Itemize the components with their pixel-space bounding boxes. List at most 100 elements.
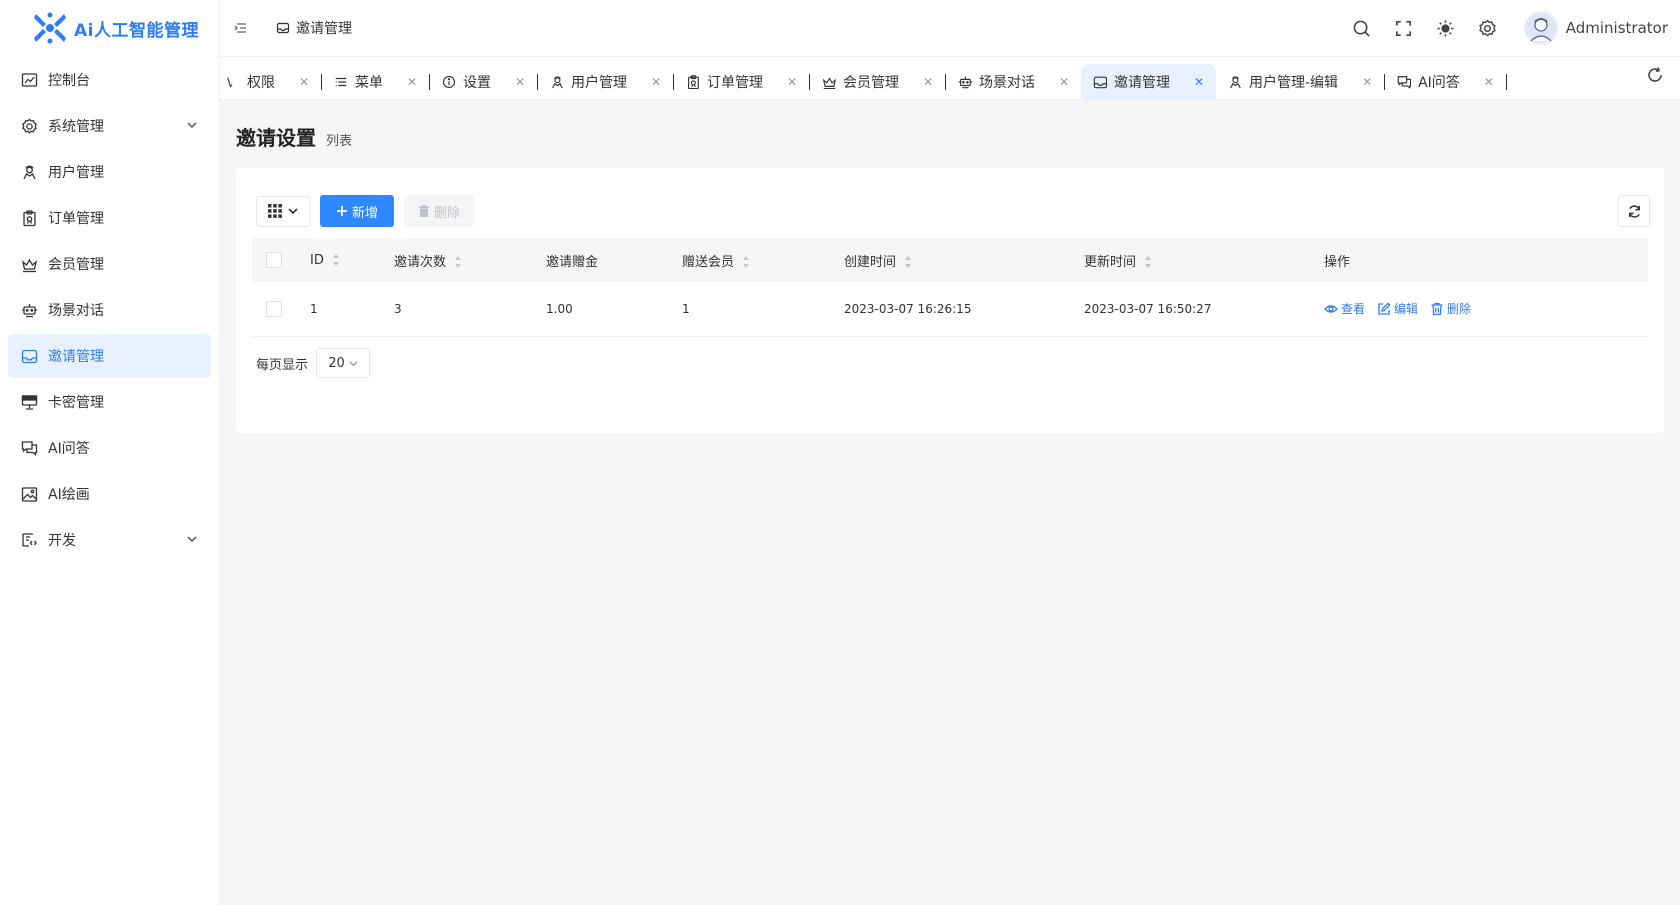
view-action-label: 查看 — [1341, 302, 1366, 317]
inbox-icon — [20, 347, 38, 365]
col-bonus: 邀请赠金 — [532, 238, 668, 282]
close-icon[interactable]: ✕ — [299, 75, 309, 89]
image-icon — [20, 485, 38, 503]
sidebar-item-10[interactable]: 开发 — [8, 518, 211, 562]
app-logo[interactable]: Ai人工智能管理 — [0, 0, 219, 56]
col-id[interactable]: ID — [296, 238, 380, 282]
robot-icon — [958, 76, 972, 89]
collapse-sidebar-icon[interactable] — [234, 21, 248, 35]
fullscreen-icon[interactable] — [1394, 18, 1414, 38]
tab-1[interactable]: 菜单 ✕ — [322, 64, 429, 99]
user-icon — [550, 75, 564, 89]
info-icon — [442, 75, 456, 89]
tab-8[interactable]: 用户管理-编辑 ✕ — [1216, 64, 1384, 99]
add-button-label: 新增 — [352, 204, 379, 220]
close-icon[interactable]: ✕ — [651, 75, 661, 89]
user-icon — [20, 163, 38, 181]
tab-5[interactable]: 会员管理 ✕ — [810, 64, 945, 99]
breadcrumb-current[interactable]: 邀请管理 — [296, 18, 352, 38]
columns-toggle-button[interactable] — [256, 195, 310, 227]
sidebar-item-4[interactable]: 会员管理 — [8, 242, 211, 286]
sidebar-item-8[interactable]: AI问答 — [8, 426, 211, 470]
col-actions: 操作 — [1310, 238, 1648, 282]
crown-icon — [20, 255, 38, 273]
close-icon[interactable]: ✕ — [1059, 75, 1069, 89]
user-icon — [552, 76, 563, 89]
tab-9[interactable]: AI问答 ✕ — [1385, 64, 1506, 99]
col-vip[interactable]: 赠送会员 — [668, 238, 830, 282]
sidebar-menu: 控制台 系统管理 用户管理 订单管理 会员管理场景对话邀请管理 卡密管理 AI问答 AI绘画开… — [0, 58, 219, 562]
page-title: 邀请设置 列表 — [236, 122, 352, 151]
close-icon[interactable]: ✕ — [1484, 75, 1494, 89]
close-icon[interactable]: ✕ — [515, 75, 525, 89]
cell-updated: 2023-03-07 16:50:27 — [1084, 301, 1212, 316]
col-updated[interactable]: 更新时间 — [1070, 238, 1310, 282]
table-refresh-button[interactable] — [1618, 195, 1650, 227]
sidebar-item-2[interactable]: 用户管理 — [8, 150, 211, 194]
tab-0[interactable]: 权限 ✕ — [220, 64, 321, 99]
delete-action[interactable]: 删除 — [1430, 300, 1471, 317]
sort-icon[interactable] — [454, 255, 462, 269]
inbox-icon — [276, 22, 290, 34]
sidebar-item-0[interactable]: 控制台 — [8, 58, 211, 102]
inbox-icon — [21, 349, 37, 363]
tab-7[interactable]: 邀请管理 ✕ — [1081, 64, 1216, 99]
image-icon — [21, 486, 37, 502]
sidebar-item-5[interactable]: 场景对话 — [8, 288, 211, 332]
sidebar-item-1[interactable]: 系统管理 — [8, 104, 211, 148]
sidebar-item-label: AI绘画 — [48, 487, 90, 503]
breadcrumb: 邀请管理 — [276, 18, 352, 38]
monitor-icon — [21, 394, 37, 410]
grid-icon — [268, 204, 282, 218]
close-icon[interactable]: ✕ — [787, 75, 797, 89]
tab-3[interactable]: 用户管理 ✕ — [538, 64, 673, 99]
col-created[interactable]: 创建时间 — [830, 238, 1070, 282]
sort-icon[interactable] — [1144, 255, 1152, 269]
user-menu[interactable]: Administrator — [1523, 11, 1668, 45]
select-all-checkbox[interactable] — [266, 252, 282, 268]
page-size-select[interactable]: 20 — [316, 348, 371, 378]
chat-icon — [20, 439, 38, 457]
tab-4[interactable]: 订单管理 ✕ — [674, 64, 809, 99]
logo-text: Ai人工智能管理 — [74, 20, 199, 41]
delete-button[interactable]: 删除 — [404, 195, 475, 227]
cell-created: 2023-03-07 16:26:15 — [844, 301, 972, 316]
col-invite-count[interactable]: 邀请次数 — [380, 238, 532, 282]
tab-2[interactable]: 设置 ✕ — [430, 64, 537, 99]
chevron-down-icon — [187, 122, 197, 129]
table-header-row: ID 邀请次数 邀请赠金 赠送会员 创建时间 更新时间 操作 — [252, 238, 1648, 282]
sort-icon[interactable] — [742, 255, 750, 269]
search-icon[interactable] — [1352, 18, 1372, 38]
sidebar-item-3[interactable]: 订单管理 — [8, 196, 211, 240]
view-action[interactable]: 查看 — [1324, 300, 1365, 317]
sort-icon[interactable] — [332, 253, 340, 267]
sidebar-item-7[interactable]: 卡密管理 — [8, 380, 211, 424]
crown-icon — [21, 258, 37, 272]
inbox-icon — [1093, 75, 1107, 89]
sidebar-item-6[interactable]: 邀请管理 — [8, 334, 211, 378]
code-icon — [20, 531, 38, 549]
tab-label: 场景对话 — [979, 75, 1035, 91]
edit-action[interactable]: 编辑 — [1377, 300, 1418, 317]
close-icon[interactable]: ✕ — [1194, 75, 1204, 89]
clipboard-icon — [686, 75, 700, 89]
tab-6[interactable]: 场景对话 ✕ — [946, 64, 1081, 99]
key-icon — [226, 75, 240, 89]
close-icon[interactable]: ✕ — [407, 75, 417, 89]
settings-gear-icon[interactable] — [1478, 18, 1498, 38]
row-checkbox[interactable] — [266, 300, 282, 317]
cell-bonus: 1.00 — [546, 301, 573, 316]
close-icon[interactable]: ✕ — [1362, 75, 1372, 89]
data-table: ID 邀请次数 邀请赠金 赠送会员 创建时间 更新时间 操作 1 3 1.00 … — [252, 238, 1648, 337]
chevron-down-icon — [349, 360, 358, 366]
refresh-tabs-icon[interactable] — [1646, 66, 1664, 84]
theme-sun-icon[interactable] — [1436, 18, 1456, 38]
table-toolbar: 新增 删除 — [256, 195, 475, 227]
gear-icon — [20, 117, 38, 135]
col-id-label: ID — [310, 252, 324, 268]
sort-icon[interactable] — [904, 255, 912, 269]
close-icon[interactable]: ✕ — [923, 75, 933, 89]
add-button[interactable]: 新增 — [320, 195, 395, 227]
sidebar-item-9[interactable]: AI绘画 — [8, 472, 211, 516]
sidebar-item-label: 场景对话 — [48, 303, 104, 319]
